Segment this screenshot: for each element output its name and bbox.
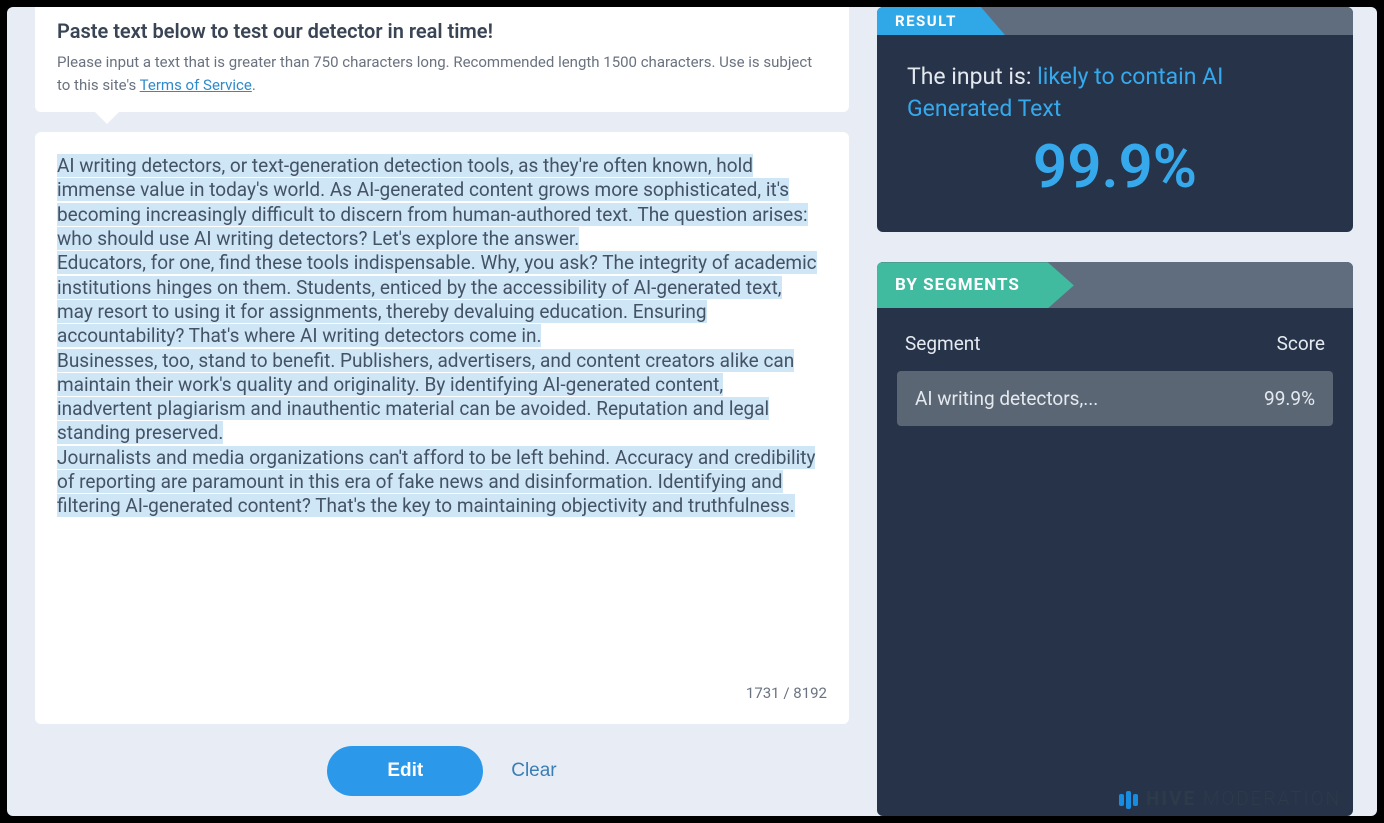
char-count-current: 1731 — [746, 684, 780, 702]
segment-col-label: Segment — [905, 332, 980, 355]
footer-brand: HIVE MODERATION — [1146, 787, 1341, 810]
char-count-separator: / — [780, 684, 794, 702]
edit-button[interactable]: Edit — [327, 746, 483, 796]
left-panel: Paste text below to test our detector in… — [7, 7, 877, 816]
result-body: The input is: likely to contain AI Gener… — [877, 35, 1353, 232]
intro-desc-suffix: . — [252, 76, 256, 94]
segments-tab-label: BY SEGMENTS — [877, 262, 1074, 308]
intro-description: Please input a text that is greater than… — [57, 51, 827, 96]
segments-header: BY SEGMENTS — [877, 262, 1353, 308]
footer: HIVE MODERATION — [1119, 787, 1341, 810]
segments-card: BY SEGMENTS Segment Score AI writing det… — [877, 262, 1353, 816]
button-row: Edit Clear — [35, 746, 849, 796]
result-percentage: 99.9% — [907, 131, 1323, 202]
result-card: RESULT The input is: likely to contain A… — [877, 7, 1353, 232]
result-tab-label: RESULT — [877, 7, 1005, 35]
footer-brand-bold: HIVE — [1146, 787, 1196, 810]
segments-body: Segment Score AI writing detectors,... 9… — [877, 308, 1353, 816]
clear-button[interactable]: Clear — [511, 760, 556, 782]
result-header: RESULT — [877, 7, 1353, 35]
segments-column-headers: Segment Score — [897, 332, 1333, 371]
segment-row[interactable]: AI writing detectors,... 99.9% — [897, 371, 1333, 426]
app-container: Paste text below to test our detector in… — [7, 7, 1377, 816]
segment-row-label: AI writing detectors,... — [915, 387, 1098, 410]
terms-of-service-link[interactable]: Terms of Service — [140, 76, 252, 94]
character-counter: 1731 / 8192 — [57, 684, 827, 702]
score-col-label: Score — [1277, 332, 1325, 355]
result-text: The input is: likely to contain AI Gener… — [907, 61, 1323, 125]
result-prefix: The input is: — [907, 63, 1037, 90]
hive-logo-icon — [1119, 791, 1138, 806]
segment-row-score: 99.9% — [1264, 387, 1315, 410]
textarea-wrapper: AI writing detectors, or text-generation… — [57, 154, 827, 674]
intro-card: Paste text below to test our detector in… — [35, 7, 849, 112]
char-count-max: 8192 — [793, 684, 827, 702]
right-panel: RESULT The input is: likely to contain A… — [877, 7, 1377, 816]
textarea-card: AI writing detectors, or text-generation… — [35, 132, 849, 724]
input-textarea[interactable]: AI writing detectors, or text-generation… — [57, 154, 827, 674]
footer-brand-light: MODERATION — [1203, 787, 1341, 810]
intro-title: Paste text below to test our detector in… — [57, 19, 827, 43]
